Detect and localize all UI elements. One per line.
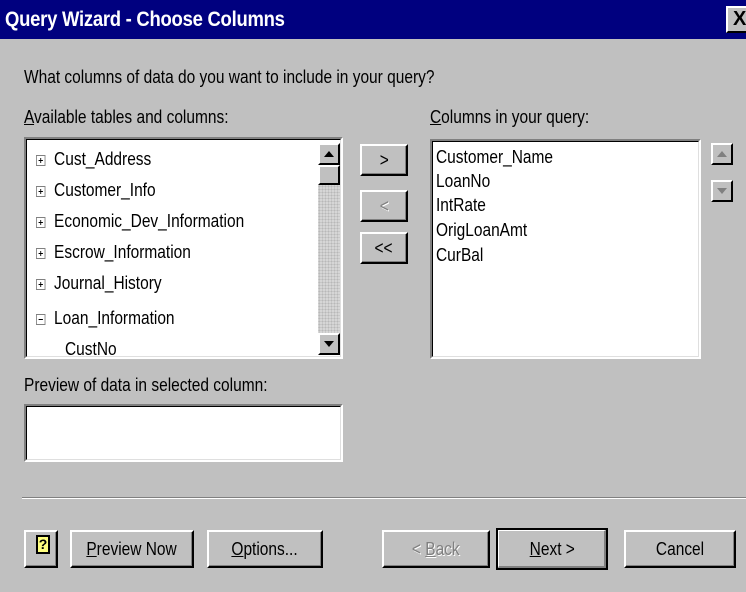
back-prefix: < <box>412 539 426 559</box>
preview-now-button[interactable]: Preview Now <box>70 530 194 568</box>
preview-now-label: review Now <box>97 539 178 559</box>
preview-now-mnemonic: P <box>86 539 98 559</box>
remove-column-button[interactable]: < <box>360 190 408 222</box>
list-item-escrow-information[interactable]: Escrow_Information <box>36 236 191 268</box>
query-column-item[interactable]: Customer_Name <box>436 141 553 167</box>
preview-data-box <box>24 404 343 462</box>
back-mnemonic: B <box>425 539 436 559</box>
list-item-economic-dev-information[interactable]: Economic_Dev_Information <box>36 205 244 237</box>
move-down-button[interactable] <box>711 180 733 202</box>
list-item-cust-address[interactable]: Cust_Address <box>36 143 151 175</box>
list-item-custno[interactable]: CustNo <box>65 335 117 355</box>
next-mnemonic: N <box>529 539 541 559</box>
add-column-label: > <box>379 150 389 170</box>
remove-all-columns-button[interactable]: << <box>360 232 408 264</box>
remove-all-label: << <box>374 238 394 258</box>
help-icon: ? <box>36 535 50 554</box>
arrow-up-icon <box>717 151 727 157</box>
available-label-text: vailable tables and columns: <box>34 107 229 127</box>
list-item-loan-information[interactable]: Loan_Information <box>36 302 175 334</box>
options-label: ptions... <box>243 539 299 559</box>
expand-plus-icon[interactable] <box>36 217 46 228</box>
close-button[interactable]: X <box>726 6 746 33</box>
arrow-down-icon <box>717 188 727 194</box>
available-label-mnemonic: A <box>24 107 35 127</box>
preview-label: Preview of data in selected column: <box>24 375 268 395</box>
query-column-item[interactable]: OrigLoanAmt <box>436 216 527 242</box>
query-columns-list[interactable]: Customer_Name LoanNo IntRate OrigLoanAmt… <box>430 139 701 359</box>
move-up-button[interactable] <box>711 143 733 165</box>
expand-plus-icon[interactable] <box>36 155 46 166</box>
back-label: ack <box>435 539 460 559</box>
list-item-label: CustNo <box>65 339 117 355</box>
list-item-customer-info[interactable]: Customer_Info <box>36 174 156 206</box>
next-label: ext > <box>540 539 575 559</box>
list-item-label: Escrow_Information <box>54 242 191 262</box>
query-column-item[interactable]: LoanNo <box>436 167 490 193</box>
list-item-label: Journal_History <box>54 273 162 293</box>
list-item-label: Loan_Information <box>54 308 175 328</box>
add-column-button[interactable]: > <box>360 144 408 176</box>
cancel-label: Cancel <box>655 539 705 559</box>
arrow-up-icon <box>324 151 334 157</box>
window-title: Query Wizard - Choose Columns <box>5 8 285 31</box>
scroll-down-button[interactable] <box>318 333 340 355</box>
available-columns-list[interactable]: Cust_Address Customer_Info Economic_Dev_… <box>24 137 343 359</box>
list-item-label: Economic_Dev_Information <box>54 211 245 231</box>
cancel-button[interactable]: Cancel <box>624 530 736 568</box>
arrow-down-icon <box>324 341 334 347</box>
expand-plus-icon[interactable] <box>36 186 46 197</box>
expand-plus-icon[interactable] <box>36 279 46 290</box>
footer-separator <box>22 497 746 499</box>
options-mnemonic: O <box>231 539 244 559</box>
list-item-label: Cust_Address <box>54 149 152 169</box>
title-bar: Query Wizard - Choose Columns X <box>0 0 746 39</box>
list-item-label: Customer_Info <box>54 180 156 200</box>
help-button[interactable]: ? <box>24 530 58 568</box>
available-list-scrollbar[interactable] <box>318 143 340 355</box>
remove-column-label: < <box>379 196 389 216</box>
expand-plus-icon[interactable] <box>36 248 46 259</box>
close-icon: X <box>733 8 746 30</box>
back-button[interactable]: < Back <box>382 530 490 568</box>
available-columns-label: Available tables and columns: <box>24 107 229 128</box>
collapse-minus-icon[interactable] <box>36 314 46 325</box>
query-label-text: olumns in your query: <box>441 107 590 127</box>
scroll-thumb[interactable] <box>318 165 340 185</box>
query-column-item[interactable]: CurBal <box>436 241 483 267</box>
options-button[interactable]: Options... <box>207 530 323 568</box>
query-column-item[interactable]: IntRate <box>436 191 486 217</box>
scroll-up-button[interactable] <box>318 143 340 165</box>
prompt-text: What columns of data do you want to incl… <box>24 67 435 87</box>
query-columns-label: Columns in your query: <box>430 107 589 128</box>
list-item-journal-history[interactable]: Journal_History <box>36 267 162 299</box>
query-label-mnemonic: C <box>430 107 442 127</box>
next-button[interactable]: Next > <box>496 528 608 570</box>
